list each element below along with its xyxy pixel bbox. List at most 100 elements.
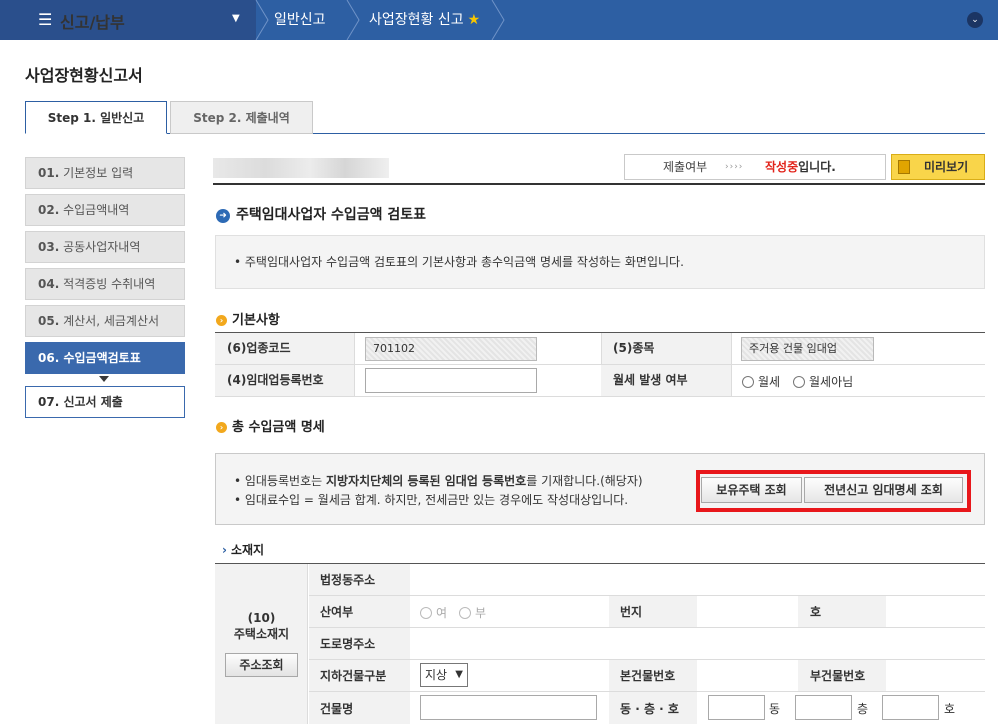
notice-line-1-a: • 임대등록번호는	[234, 474, 326, 488]
underground-type-value: 지상	[425, 668, 448, 682]
industry-code-label: (6)업종코드	[215, 333, 354, 364]
radio-monthly-rent-yes[interactable]: 월세	[742, 373, 780, 390]
sidebar-item-invoices[interactable]: 05. 계산서, 세금계산서	[25, 305, 185, 337]
table-row-divider	[309, 627, 985, 628]
address-lookup-button[interactable]: 주소조회	[225, 653, 298, 677]
legal-address-label: 법정동주소	[320, 573, 376, 587]
ho-label: 호	[810, 605, 822, 619]
arrow-right-circle-icon: ➜	[216, 209, 230, 223]
sidebar-item-number: 07.	[38, 395, 60, 409]
redacted-user-info	[213, 158, 389, 178]
sub-building-no-label: 부건물번호	[810, 669, 866, 683]
breadcrumb-business-status[interactable]: 사업장현황 신고 ★	[369, 0, 480, 40]
basic-info-title: › 기본사항	[216, 309, 280, 328]
sidebar-item-income-review[interactable]: 06. 수입금액검토표	[25, 342, 185, 374]
radio-mountain-no[interactable]: 부	[459, 604, 486, 621]
sidebar-item-label: 수입금액내역	[63, 203, 130, 217]
mountain-label: 산여부	[320, 605, 354, 619]
main-building-no-label: 본건물번호	[620, 669, 676, 683]
sidebar-item-label: 신고서 제출	[63, 395, 123, 409]
radio-label: 여	[436, 606, 448, 620]
breadcrumb-general-report[interactable]: 일반신고	[274, 0, 326, 40]
dong-input[interactable]	[708, 695, 765, 720]
table-row-divider	[309, 691, 985, 692]
radio-circle-icon	[742, 376, 754, 388]
ho-input[interactable]	[882, 695, 939, 720]
page-title: 사업장현황신고서	[25, 66, 143, 85]
location-title-text: 소재지	[230, 543, 265, 557]
radio-mountain-yes[interactable]: 여	[420, 604, 447, 621]
main-menu-button[interactable]: ☰ 신고/납부 ▼	[0, 0, 256, 40]
underground-type-select[interactable]: 지상 ▼	[420, 663, 468, 687]
header-divider	[213, 183, 985, 185]
sidebar-item-income-details[interactable]: 02. 수입금액내역	[25, 194, 185, 226]
ho-unit: 호	[944, 702, 956, 716]
breadcrumb-business-status-label: 사업장현황 신고	[369, 12, 464, 28]
arrows-icon: ››››	[725, 162, 744, 172]
main-menu-label: 신고/납부	[60, 13, 125, 32]
breadcrumb-separator-icon	[254, 0, 274, 40]
monthly-rent-label: 월세 발생 여부	[601, 365, 731, 396]
sidebar-item-number: 01.	[38, 166, 60, 180]
section-title: ➜ 주택임대사업자 수입금액 검토표	[216, 204, 426, 224]
bullet-icon: ›	[216, 315, 227, 326]
preview-button[interactable]: 미리보기	[891, 154, 985, 180]
section-title-text: 주택임대사업자 수입금액 검토표	[236, 207, 427, 223]
status-value-text: 작성중	[765, 160, 799, 174]
dong-unit: 동	[769, 702, 781, 716]
radio-label: 월세아님	[809, 375, 854, 389]
sidebar-item-number: 03.	[38, 240, 60, 254]
sidebar-item-label: 수입금액검토표	[63, 351, 141, 365]
sidebar-item-qualified-evidence[interactable]: 04. 적격증빙 수취내역	[25, 268, 185, 300]
sidebar-item-label: 기본정보 입력	[63, 166, 134, 180]
highlight-frame	[696, 470, 971, 512]
sidebar-item-label: 적격증빙 수취내역	[63, 277, 156, 291]
rental-reg-no-input[interactable]	[365, 368, 537, 393]
dong-floor-ho-label: 동 · 층 · 호	[620, 702, 679, 716]
building-name-label: 건물명	[320, 702, 354, 716]
business-type-field[interactable]: 주거용 건물 임대업	[741, 337, 874, 361]
radio-circle-icon	[793, 376, 805, 388]
radio-label: 월세	[758, 375, 781, 389]
arrow-down-icon	[99, 376, 109, 382]
star-icon[interactable]: ★	[468, 12, 481, 28]
industry-code-field[interactable]: 701102	[365, 337, 537, 361]
chevron-down-icon[interactable]: ⌄	[967, 12, 983, 28]
caret-down-icon: ▼	[232, 13, 240, 24]
sidebar-item-submit-report[interactable]: 07. 신고서 제출	[25, 386, 185, 418]
building-name-input[interactable]	[420, 695, 597, 720]
sidebar-item-label: 계산서, 세금계산서	[63, 314, 160, 328]
table-bottom-border	[215, 396, 985, 397]
breadcrumb-separator-icon	[490, 0, 510, 40]
underground-type-label: 지하건물구분	[320, 669, 387, 683]
sidebar-item-joint-business[interactable]: 03. 공동사업자내역	[25, 231, 185, 263]
notice-line-1-c: 를 기재합니다.(해당자)	[526, 474, 643, 488]
location-title: › 소재지	[222, 541, 264, 558]
house-location-title: (10) 주택소재지	[215, 610, 308, 642]
house-location-header: (10) 주택소재지 주소조회	[215, 564, 308, 724]
basic-info-title-text: 기본사항	[232, 313, 280, 328]
road-address-label: 도로명주소	[320, 637, 376, 651]
top-navigation-bar: ☰ 신고/납부 ▼ 일반신고 사업장현황 신고 ★ ⌄	[0, 0, 998, 40]
notice-line-2: • 임대료수입 = 월세금 합계. 하지만, 전세금만 있는 경우에도 작성대상…	[234, 493, 629, 507]
tab-step1-general-report[interactable]: Step 1. 일반신고	[25, 101, 167, 134]
tab-step2-submission-history[interactable]: Step 2. 제출내역	[170, 101, 313, 134]
floor-input[interactable]	[795, 695, 852, 720]
document-icon	[898, 160, 910, 174]
radio-monthly-rent-no[interactable]: 월세아님	[793, 373, 853, 390]
notice-line-1-b: 지방자치단체의 등록된 임대업 등록번호	[326, 474, 527, 488]
house-location-number: (10)	[247, 611, 276, 625]
hamburger-icon: ☰	[38, 10, 53, 29]
business-type-label: (5)종목	[601, 333, 731, 364]
radio-label: 부	[475, 606, 487, 620]
income-details-title: › 총 수입금액 명세	[216, 416, 325, 435]
rental-reg-no-label: (4)임대업등록번호	[215, 365, 354, 396]
sidebar-item-number: 05.	[38, 314, 60, 328]
floor-unit: 층	[857, 702, 869, 716]
income-details-title-text: 총 수입금액 명세	[232, 420, 325, 435]
radio-circle-icon	[420, 607, 432, 619]
sidebar-item-basic-info[interactable]: 01. 기본정보 입력	[25, 157, 185, 189]
chevron-right-icon: ›	[222, 543, 227, 557]
status-label: 제출여부	[663, 160, 708, 174]
status-value: 작성중입니다.	[765, 155, 836, 179]
